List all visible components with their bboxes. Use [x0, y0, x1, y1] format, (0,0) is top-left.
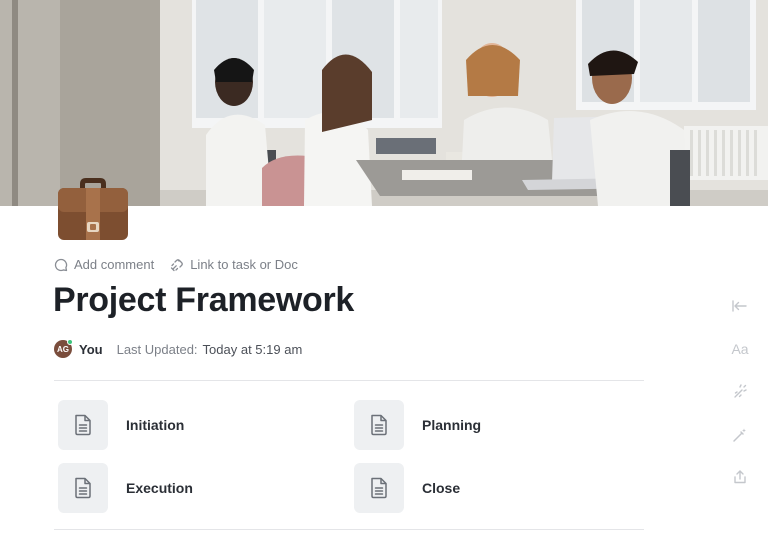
link-icon [170, 258, 184, 272]
add-comment-button[interactable]: Add comment [54, 257, 154, 272]
typography-icon[interactable]: Aa [728, 337, 752, 361]
subpage-execution[interactable]: Execution [58, 463, 193, 513]
subpage-label: Planning [422, 417, 482, 433]
divider-bottom [54, 529, 644, 530]
document-icon [354, 400, 404, 450]
avatar[interactable]: AG [54, 339, 73, 358]
link-task-button[interactable]: Link to task or Doc [170, 257, 298, 272]
online-status-dot [67, 339, 73, 345]
last-updated-value: Today at 5:19 am [202, 341, 303, 357]
page-actions: Add comment Link to task or Doc [54, 257, 298, 272]
subpage-label: Close [422, 480, 461, 496]
comment-icon [54, 258, 68, 272]
typography-label: Aa [731, 341, 749, 357]
document-icon [354, 463, 404, 513]
subpage-label: Execution [126, 480, 193, 496]
avatar-initials: AG [57, 344, 69, 354]
author-name: You [79, 341, 103, 357]
divider-top [54, 380, 644, 381]
document-icon [58, 463, 108, 513]
last-updated-label: Last Updated: [116, 341, 198, 357]
magic-icon[interactable] [728, 380, 752, 404]
briefcase-icon[interactable] [56, 174, 130, 244]
page-title[interactable]: Project Framework [53, 281, 354, 320]
subpage-planning[interactable]: Planning [354, 400, 481, 450]
collapse-icon[interactable] [728, 294, 752, 318]
add-comment-label: Add comment [74, 257, 155, 272]
document-icon [58, 400, 108, 450]
link-task-label: Link to task or Doc [190, 257, 298, 272]
subpage-label: Initiation [126, 417, 185, 433]
subpage-initiation[interactable]: Initiation [58, 400, 184, 450]
subpage-close[interactable]: Close [354, 463, 460, 513]
wand-icon[interactable] [728, 423, 752, 447]
page-meta: AG You Last Updated: Today at 5:19 am [54, 339, 303, 358]
share-icon[interactable] [728, 465, 752, 489]
